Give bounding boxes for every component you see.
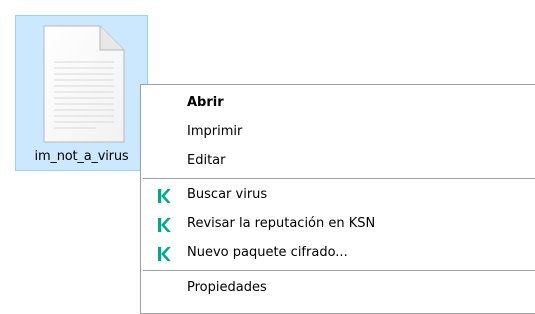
menu-item-buscar-virus[interactable]: Buscar virus	[141, 182, 535, 210]
menu-separator	[143, 270, 535, 271]
menu-item-abrir[interactable]: Abrir	[141, 90, 535, 118]
file-item-im-not-a-virus[interactable]: im_not_a_virus	[15, 15, 148, 171]
context-menu: Abrir Imprimir Editar Buscar virus Revis…	[140, 84, 535, 314]
kaspersky-icon	[158, 189, 171, 203]
menu-item-label: Nuevo paquete cifrado...	[187, 245, 348, 260]
text-document-icon	[43, 25, 125, 143]
menu-item-propiedades[interactable]: Propiedades	[141, 275, 535, 303]
menu-separator	[143, 178, 535, 179]
menu-item-label: Revisar la reputación en KSN	[187, 216, 376, 231]
file-name-label: im_not_a_virus	[34, 149, 129, 164]
menu-item-nuevo-paquete-cifrado[interactable]: Nuevo paquete cifrado...	[141, 240, 535, 268]
menu-item-label: Abrir	[187, 95, 224, 110]
menu-item-revisar-reputacion-ksn[interactable]: Revisar la reputación en KSN	[141, 211, 535, 239]
menu-item-label: Buscar virus	[187, 187, 268, 202]
menu-item-editar[interactable]: Editar	[141, 148, 535, 176]
menu-item-label: Propiedades	[187, 280, 267, 295]
menu-item-label: Editar	[187, 153, 226, 168]
menu-item-imprimir[interactable]: Imprimir	[141, 119, 535, 147]
kaspersky-icon	[158, 247, 171, 261]
kaspersky-icon	[158, 218, 171, 232]
menu-item-label: Imprimir	[187, 124, 243, 139]
